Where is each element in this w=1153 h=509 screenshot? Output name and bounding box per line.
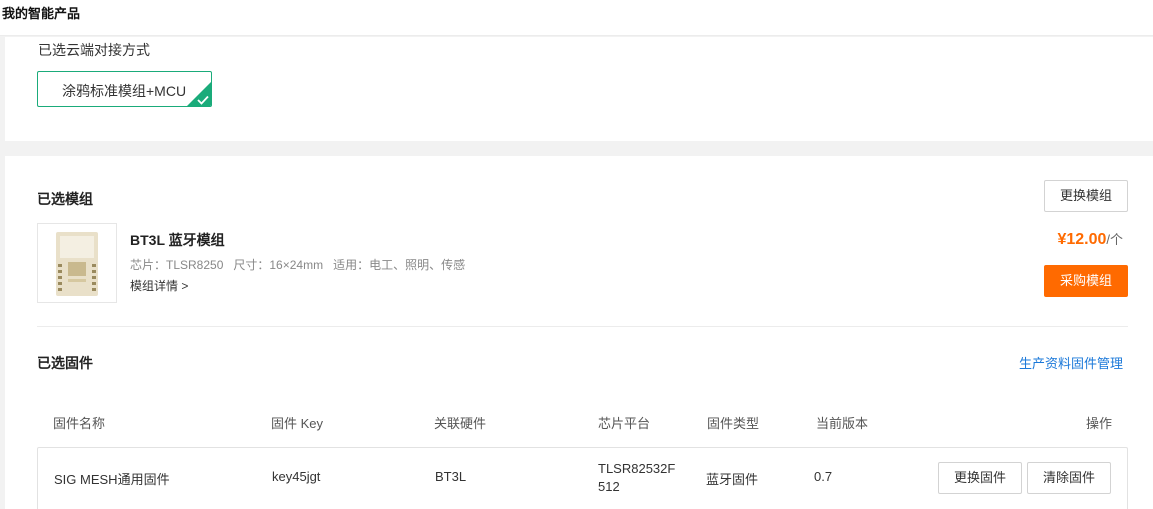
change-firmware-button[interactable]: 更换固件	[938, 462, 1022, 494]
col-firmware-name: 固件名称	[53, 416, 106, 431]
firmware-version: 0.7	[814, 469, 833, 484]
module-chip: 芯片：TLSR8250	[130, 258, 224, 272]
col-actions: 操作	[1086, 416, 1113, 431]
col-firmware-type: 固件类型	[707, 416, 760, 431]
module-size: 尺寸：16×24mm	[233, 258, 324, 272]
firmware-hardware: BT3L	[435, 469, 467, 484]
cloud-option-label: 涂鸦标准模组+MCU	[62, 83, 187, 99]
col-platform: 芯片平台	[598, 416, 651, 431]
module-price: ¥12.00/个	[1057, 229, 1123, 249]
firmware-type: 蓝牙固件	[706, 472, 759, 487]
module-image-icon	[56, 232, 98, 296]
top-bar: 我的智能产品	[0, 0, 1153, 36]
col-firmware-key: 固件 Key	[271, 416, 324, 431]
check-icon	[197, 95, 209, 105]
firmware-platform: TLSR82532F512	[598, 461, 676, 494]
module-usage: 适用：电工、照明、传感	[333, 258, 466, 272]
col-hardware: 关联硬件	[434, 416, 487, 431]
firmware-key: key45jgt	[272, 469, 321, 484]
col-version: 当前版本	[816, 416, 869, 431]
module-specs: 芯片：TLSR8250 尺寸：16×24mm 适用：电工、照明、传感	[130, 256, 475, 273]
module-firmware-card: 已选模组 更换模组 BT3L 蓝牙模组 芯片：TLSR8250 尺寸：16×24m…	[5, 156, 1153, 509]
cloud-option-selected[interactable]: 涂鸦标准模组+MCU	[37, 71, 212, 107]
cloud-connection-card: 已选云端对接方式 涂鸦标准模组+MCU	[5, 37, 1153, 141]
module-section-title: 已选模组	[37, 191, 93, 207]
buy-module-button[interactable]: 采购模组	[1044, 265, 1128, 297]
price-unit: /个	[1106, 232, 1123, 247]
firmware-name: SIG MESH通用固件	[54, 472, 170, 487]
section-divider	[37, 326, 1128, 327]
price-value: ¥12.00	[1057, 231, 1107, 248]
clear-firmware-button[interactable]: 清除固件	[1027, 462, 1111, 494]
firmware-section-title: 已选固件	[37, 355, 93, 371]
module-name: BT3L 蓝牙模组	[130, 232, 225, 248]
page-title: 我的智能产品	[2, 6, 81, 21]
cloud-connection-label: 已选云端对接方式	[38, 42, 150, 58]
firmware-manage-link[interactable]: 生产资料固件管理	[1019, 353, 1123, 372]
table-row: SIG MESH通用固件 key45jgt BT3L TLSR82532F512…	[37, 447, 1128, 509]
module-detail-link[interactable]: 模组详情 >	[130, 277, 188, 294]
change-module-button[interactable]: 更换模组	[1044, 180, 1128, 212]
module-thumbnail	[37, 223, 117, 303]
